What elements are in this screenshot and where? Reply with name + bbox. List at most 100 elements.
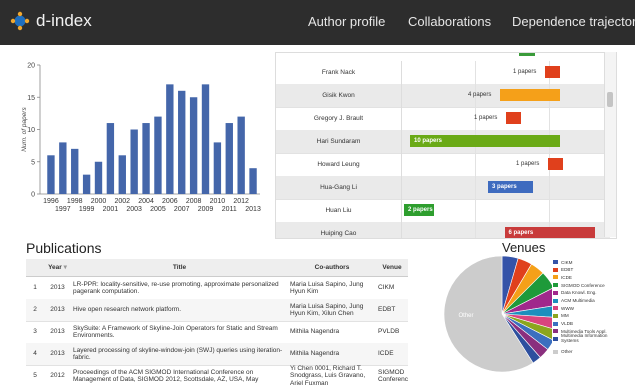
bar-2007 — [178, 90, 186, 194]
legend-label: Data Knowl. Eng. — [561, 290, 597, 296]
x-tick-label: 1999 — [79, 206, 95, 213]
publications-table: Year ▾ Title Co-authors Venue 1 2013 LR-PP… — [26, 259, 408, 387]
collaboration-count-label: 4 papers — [468, 92, 492, 98]
bar-2004 — [142, 123, 150, 194]
col-header-venue[interactable]: Venue — [376, 259, 408, 276]
nav-collaborations[interactable]: Collaborations — [408, 14, 491, 29]
publication-row[interactable]: 2 2013 Hive open research network platform… — [26, 299, 408, 322]
collaborator-row[interactable]: Frank Nack 1 papers — [276, 61, 610, 85]
collaborator-row[interactable]: Gregory J. Brault 1 papers — [276, 107, 610, 131]
legend-label: VLDB — [561, 321, 574, 327]
collaborator-bar-cell: 3 papers — [401, 176, 610, 199]
collaboration-count-label: 10 papers — [414, 138, 443, 144]
collaboration-count-label: 1 papers — [513, 69, 537, 75]
legend-label: MM — [561, 313, 569, 319]
collaborator-bar-cell: 2 papers — [401, 199, 610, 222]
legend-label: EDBT — [561, 267, 574, 273]
y-tick-label: 15 — [27, 95, 35, 102]
pub-title[interactable]: SkySuite: A Framework of Skyline-Join Op… — [73, 321, 286, 343]
collaboration-bar[interactable] — [506, 112, 521, 124]
collaboration-count-label: 6 papers — [508, 230, 534, 236]
pub-coauthors: Maria Luisa Sapino, Jung Hyun Kim — [290, 280, 364, 295]
legend-swatch — [553, 321, 558, 326]
nav-author-profile[interactable]: Author profile — [308, 14, 385, 29]
y-tick-label: 5 — [31, 159, 35, 166]
publication-row[interactable]: 3 2013 SkySuite: A Framework of Skyline-Jo… — [26, 321, 408, 344]
bar-2005 — [154, 116, 162, 194]
papers-per-year-svg: 05101520Num. of papers1996 1998 2000 2002 20… — [21, 63, 261, 214]
legend-swatch — [553, 290, 558, 295]
collaboration-bar[interactable] — [545, 66, 560, 78]
x-tick-label: 2008 — [186, 198, 202, 205]
pub-coauthors: Mithila Nagendra — [290, 350, 340, 358]
collaborator-bar-cell: 4 papers — [401, 84, 610, 107]
collaborator-row[interactable]: Huiping Cao 6 papers — [276, 222, 610, 238]
legend-item[interactable]: Multimedia Information Systems — [553, 333, 625, 343]
partial-bar-stub — [519, 53, 535, 56]
x-tick-label: 2009 — [198, 206, 214, 213]
collaborator-bar-cell: 1 papers — [401, 153, 610, 176]
collaboration-count-label: 2 papers — [408, 207, 433, 213]
col-header-index — [26, 259, 44, 276]
pub-year: 2012 — [50, 372, 65, 380]
collaborator-bar-cell: 6 papers — [401, 222, 610, 238]
col-header-year[interactable]: Year ▾ — [44, 259, 71, 276]
bar-2001 — [106, 123, 115, 194]
pub-title[interactable]: Layered processing of skyline-window-joi… — [73, 343, 286, 365]
x-tick-label: 2012 — [233, 198, 249, 205]
collaborator-row[interactable]: Hua-Gang Li 3 papers — [276, 176, 610, 200]
pub-title[interactable]: Proceedings of the ACM SIGMOD Internatio… — [73, 365, 286, 387]
bar-2000 — [94, 161, 103, 194]
collaborator-name[interactable]: Gisik Kwon — [276, 84, 402, 107]
pub-venue: CIKM — [378, 284, 395, 292]
collaborator-bar-cell: 1 papers — [401, 107, 610, 130]
pub-title[interactable]: LR-PPR: locality-sensitive, re-use promo… — [73, 277, 286, 299]
col-header-title[interactable]: Title — [71, 259, 288, 276]
publications-title: Publications — [26, 240, 102, 256]
legend-item[interactable]: Other — [553, 348, 573, 356]
collaborator-row[interactable]: Howard Leung 1 papers — [276, 153, 610, 177]
collaboration-bar[interactable] — [548, 158, 563, 170]
pub-index: 2 — [33, 306, 37, 314]
publication-row[interactable]: 1 2013 LR-PPR: locality-sensitive, re-use … — [26, 277, 408, 300]
pub-year: 2013 — [50, 350, 65, 358]
pub-venue: PVLDB — [378, 328, 400, 336]
pub-index: 5 — [33, 372, 37, 380]
brand-title[interactable]: d-index — [36, 11, 92, 31]
bar-1999 — [82, 174, 91, 194]
legend-swatch — [553, 306, 558, 311]
papers-per-year-chart: 0 5 10 15 20 Num. of papers 1996 1998 2000 2002 20… — [20, 50, 265, 220]
pub-venue: EDBT — [378, 306, 396, 314]
x-tick-label: 2000 — [91, 198, 107, 205]
collaborators-scrollbar[interactable] — [604, 52, 616, 237]
collaboration-bar[interactable] — [500, 89, 560, 101]
legend-label: ICDE — [561, 274, 572, 280]
collaborator-name[interactable]: Howard Leung — [276, 153, 402, 176]
bar-1998 — [71, 148, 79, 194]
col-header-coauthors[interactable]: Co-authors — [288, 259, 376, 276]
collaboration-count-label: 3 papers — [492, 184, 517, 190]
pub-title[interactable]: Hive open research network platform. — [73, 299, 286, 321]
collaborator-name[interactable]: Huan Liu — [276, 199, 402, 222]
collaborator-name[interactable]: Hari Sundaram — [276, 130, 402, 153]
collaborator-name[interactable]: Hua-Gang Li — [276, 176, 402, 199]
bar-2002 — [118, 155, 126, 194]
collaborator-row[interactable]: Huan Liu 2 papers — [276, 199, 610, 223]
collaborator-name[interactable]: Huiping Cao — [276, 222, 402, 238]
collaboration-count-label: 1 papers — [474, 115, 498, 121]
collaborator-row[interactable]: Gisik Kwon 4 papers — [276, 84, 610, 108]
legend-label: ACM Multimedia — [561, 298, 595, 303]
scrollbar-thumb[interactable] — [607, 92, 613, 107]
collaborator-name[interactable]: Frank Nack — [276, 61, 402, 84]
publication-row[interactable]: 5 2012 Proceedings of the ACM SIGMOD Inter… — [26, 365, 408, 387]
y-axis-label: Num. of papers — [21, 107, 28, 152]
nav-dependence-trajectory[interactable]: Dependence trajectory — [512, 14, 635, 29]
legend-label: SIGMOD Conference — [561, 282, 605, 288]
publication-row[interactable]: 4 2013 Layered processing of skyline-windo… — [26, 343, 408, 366]
collaborator-name[interactable]: Gregory J. Brault — [276, 107, 402, 130]
pub-index: 1 — [33, 284, 37, 292]
pub-venue: ICDE — [378, 350, 394, 358]
grid-line — [475, 153, 476, 176]
collaborators-panel[interactable]: Frank Nack 1 papers Gisik Kwon 4 papers Greg… — [275, 52, 617, 239]
collaborator-row[interactable]: Hari Sundaram 10 papers — [276, 130, 610, 154]
